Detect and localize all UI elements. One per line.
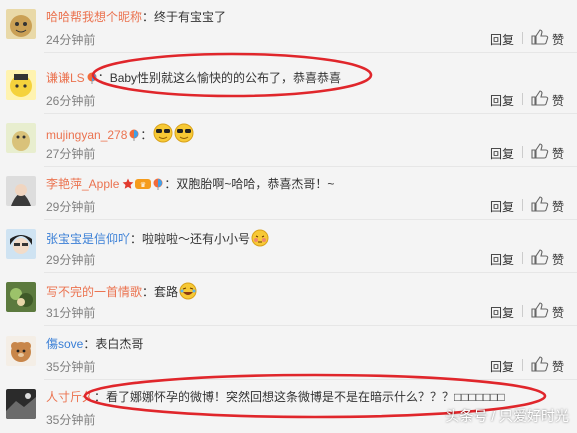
comment-item: mujingyan_278 ： 27分钟前 回复 赞 xyxy=(0,114,577,167)
thumbs-up-icon[interactable] xyxy=(531,302,549,318)
divider xyxy=(522,252,523,264)
divider xyxy=(522,32,523,44)
divider xyxy=(44,325,577,326)
reply-button[interactable]: 回复 xyxy=(490,251,514,268)
reply-button[interactable]: 回复 xyxy=(490,31,514,48)
comment-separator: ： xyxy=(140,128,153,142)
comment-username[interactable]: 写不完的一首情歌 xyxy=(46,285,142,299)
rainbow-balloon-icon xyxy=(152,178,164,190)
thumbs-up-icon[interactable] xyxy=(531,249,549,265)
comment-text: Baby性别就这么愉快的的公布了，恭喜恭喜 xyxy=(109,71,342,85)
rainbow-balloon-icon xyxy=(128,129,140,141)
comment-username[interactable]: 人寸斤久 xyxy=(46,390,94,404)
svg-text:♛: ♛ xyxy=(140,181,146,189)
comment-username[interactable]: 张宝宝是信仰吖 xyxy=(46,232,130,246)
comment-text: 啦啦啦～还有小小号 xyxy=(142,232,251,246)
comment-time: 35分钟前 xyxy=(46,413,96,427)
divider xyxy=(522,305,523,317)
laughing-tears-emoji-icon xyxy=(179,282,197,300)
comment-time: 29分钟前 xyxy=(46,200,96,214)
divider xyxy=(522,146,523,158)
reply-button[interactable]: 回复 xyxy=(490,304,514,321)
comment-separator: ： xyxy=(94,390,107,404)
comment-separator: ： xyxy=(164,177,177,191)
comment-item: 写不完的一首情歌：套路 31分钟前 回复 赞 xyxy=(0,273,577,326)
comment-separator: ： xyxy=(130,232,143,246)
embarrassed-emoji-icon xyxy=(251,229,269,247)
like-button[interactable]: 赞 xyxy=(552,92,564,109)
comment-separator: ： xyxy=(83,337,96,351)
avatar[interactable] xyxy=(6,176,36,206)
comment-text: 终于有宝宝了 xyxy=(154,10,227,24)
comment-username[interactable]: 李艳萍_Apple xyxy=(46,177,119,191)
comment-time: 29分钟前 xyxy=(46,253,96,267)
avatar[interactable] xyxy=(6,336,36,366)
comment-item: 傷sove：表白杰哥 35分钟前 回复 赞 xyxy=(0,327,577,380)
reply-button[interactable]: 回复 xyxy=(490,145,514,162)
sunglasses-emoji-icon xyxy=(174,123,194,143)
comment-username[interactable]: 谦谦LS xyxy=(46,71,85,85)
reply-button[interactable]: 回复 xyxy=(490,198,514,215)
avatar[interactable] xyxy=(6,123,36,153)
reply-button[interactable]: 回复 xyxy=(490,358,514,375)
avatar[interactable] xyxy=(6,9,36,39)
comment-username[interactable]: 哈哈帮我想个昵称 xyxy=(46,10,142,24)
avatar[interactable] xyxy=(6,70,36,100)
like-button[interactable]: 赞 xyxy=(552,251,564,268)
vip-badge-icon: ♛ xyxy=(135,178,152,190)
comment-text: 看了娜娜怀孕的微博！突然回想这条微博是不是在暗示什么？？？□□□□□□□ xyxy=(106,390,505,404)
avatar[interactable] xyxy=(6,229,36,259)
like-button[interactable]: 赞 xyxy=(552,31,564,48)
reply-button[interactable]: 回复 xyxy=(490,92,514,109)
comment-separator: ： xyxy=(142,10,155,24)
like-button[interactable]: 赞 xyxy=(552,145,564,162)
comment-time: 35分钟前 xyxy=(46,360,96,374)
comment-text: 表白杰哥 xyxy=(95,337,144,351)
rainbow-balloon-icon xyxy=(86,72,98,84)
comment-time: 27分钟前 xyxy=(46,147,96,161)
comment-item: 哈哈帮我想个昵称：终于有宝宝了 24分钟前 回复 赞 xyxy=(0,0,577,53)
comment-time: 24分钟前 xyxy=(46,33,96,47)
thumbs-up-icon[interactable] xyxy=(531,29,549,45)
comment-time: 31分钟前 xyxy=(46,306,96,320)
divider xyxy=(44,52,577,53)
comment-username[interactable]: 傷sove xyxy=(46,337,83,351)
divider xyxy=(522,93,523,105)
like-button[interactable]: 赞 xyxy=(552,198,564,215)
comment-username[interactable]: mujingyan_278 xyxy=(46,128,127,142)
avatar[interactable] xyxy=(6,282,36,312)
like-button[interactable]: 赞 xyxy=(552,304,564,321)
comment-time: 26分钟前 xyxy=(46,94,96,108)
thumbs-up-icon[interactable] xyxy=(531,143,549,159)
thumbs-up-icon[interactable] xyxy=(531,196,549,212)
thumbs-up-icon[interactable] xyxy=(531,356,549,372)
divider xyxy=(522,359,523,371)
sunglasses-emoji-icon xyxy=(153,123,173,143)
divider xyxy=(522,199,523,211)
comment-item: 张宝宝是信仰吖：啦啦啦～还有小小号 29分钟前 回复 赞 xyxy=(0,220,577,273)
avatar[interactable] xyxy=(6,389,36,419)
comment-separator: ： xyxy=(97,71,110,85)
like-button[interactable]: 赞 xyxy=(552,358,564,375)
comment-text: 双胞胎啊~哈哈，恭喜杰哥！~ xyxy=(176,177,335,191)
star-icon xyxy=(122,178,134,190)
comment-item: 李艳萍_Apple ♛ ：双胞胎啊~哈哈，恭喜杰哥！~ 29分钟前 回复 赞 xyxy=(0,167,577,220)
thumbs-up-icon[interactable] xyxy=(531,90,549,106)
comment-text: 套路 xyxy=(154,285,179,299)
comment-item: 谦谦LS ：Baby性别就这么愉快的的公布了，恭喜恭喜 26分钟前 回复 赞 xyxy=(0,61,577,114)
comment-separator: ： xyxy=(142,285,155,299)
watermark: 头条号 / 只爱好时光 xyxy=(445,408,569,424)
